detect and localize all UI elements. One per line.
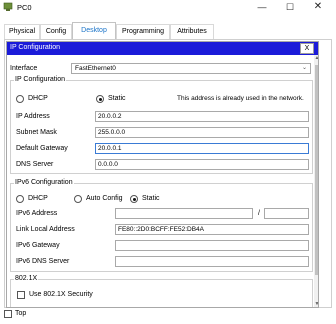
ip-config-close-button[interactable]: X <box>300 43 314 54</box>
ipv4-group-title: IP Configuration <box>14 76 67 83</box>
interface-label: Interface <box>10 65 38 72</box>
window-title: PC0 <box>17 3 32 12</box>
ipv6-dns-server-label: IPv6 DNS Server <box>16 258 70 265</box>
tab-config[interactable]: Config <box>40 24 72 39</box>
minimize-button[interactable]: — <box>248 0 276 14</box>
tab-desktop[interactable]: Desktop <box>72 22 116 39</box>
pc-app-icon <box>3 2 13 11</box>
ip-config-scrollbar[interactable]: ▲ ▼ <box>314 55 318 307</box>
ipv6-dhcp-radio[interactable] <box>16 195 24 203</box>
ipv6-dns-server-input[interactable] <box>115 256 309 267</box>
ipv6-dhcp-label: DHCP <box>28 195 48 202</box>
dns-server-input[interactable]: 0.0.0.0 <box>95 159 309 170</box>
ipv6-gateway-input[interactable] <box>115 240 309 251</box>
subnet-mask-input[interactable]: 255.0.0.0 <box>95 127 309 138</box>
ipv4-dhcp-label: DHCP <box>28 95 48 102</box>
dot1x-group-title: 802.1X <box>14 275 39 282</box>
ipv4-dhcp-radio[interactable] <box>16 95 24 103</box>
ipv4-static-radio[interactable] <box>96 95 104 103</box>
interface-value: FastEthernet0 <box>75 65 116 72</box>
ipv6-static-radio[interactable] <box>130 195 138 203</box>
ipv6-auto-config-label: Auto Config <box>86 195 123 202</box>
ipv6-auto-config-radio[interactable] <box>74 195 82 203</box>
link-local-address-label: Link Local Address <box>16 226 75 233</box>
default-gateway-label: Default Gateway <box>16 145 68 152</box>
tab-attributes[interactable]: Attributes <box>170 24 214 39</box>
ipv4-static-label: Static <box>108 95 126 102</box>
ipv6-group-title: IPv6 Configuration <box>14 179 74 186</box>
tab-physical[interactable]: Physical <box>4 24 40 39</box>
scroll-thumb[interactable] <box>315 65 318 275</box>
tab-programming[interactable]: Programming <box>116 24 170 39</box>
link-local-address-input[interactable]: FE80::2D0:BCFF:FE52:DB4A <box>115 224 309 235</box>
top-checkbox[interactable] <box>4 310 12 318</box>
prefix-separator: / <box>258 210 260 217</box>
top-label: Top <box>15 310 27 317</box>
ip-configuration-window: IP Configuration X Interface FastEtherne… <box>6 41 319 308</box>
use-802-1x-label: Use 802.1X Security <box>29 291 93 298</box>
ipv6-address-label: IPv6 Address <box>16 210 58 217</box>
scroll-down-arrow-icon[interactable]: ▼ <box>314 301 318 307</box>
ipv6-static-label: Static <box>142 195 160 202</box>
close-button[interactable]: ✕ <box>304 0 332 14</box>
interface-select[interactable]: FastEthernet0 ⌄ <box>71 63 311 74</box>
dns-server-label: DNS Server <box>16 161 54 168</box>
window-titlebar: PC0 — ☐ ✕ <box>0 0 336 14</box>
ip-configuration-header: IP Configuration X <box>7 42 318 55</box>
ip-address-input[interactable]: 20.0.0.2 <box>95 111 309 122</box>
ipv6-gateway-label: IPv6 Gateway <box>16 242 60 249</box>
subnet-mask-label: Subnet Mask <box>16 129 57 136</box>
ipv6-address-input[interactable] <box>115 208 253 219</box>
ip-address-label: IP Address <box>16 113 50 120</box>
maximize-button[interactable]: ☐ <box>276 0 304 14</box>
ip-status-message: This address is already used in the netw… <box>177 95 304 102</box>
default-gateway-input[interactable]: 20.0.0.1 <box>95 143 309 154</box>
scroll-up-arrow-icon[interactable]: ▲ <box>314 55 318 63</box>
ip-configuration-title: IP Configuration <box>10 44 61 51</box>
ipv6-prefix-input[interactable] <box>264 208 309 219</box>
chevron-down-icon: ⌄ <box>301 65 307 71</box>
use-802-1x-checkbox[interactable] <box>17 291 25 299</box>
